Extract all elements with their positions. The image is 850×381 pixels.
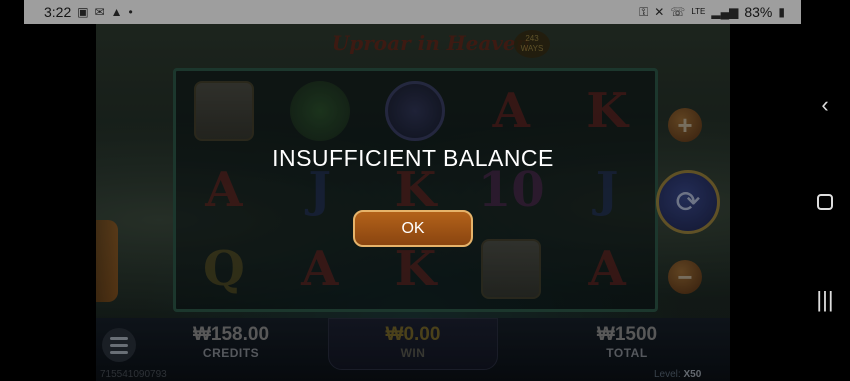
recents-button[interactable]: ||| xyxy=(810,287,840,313)
home-button[interactable] xyxy=(817,194,833,211)
ok-button[interactable]: OK xyxy=(353,210,473,247)
insufficient-balance-message: INSUFFICIENT BALANCE xyxy=(272,145,554,171)
modal-overlay xyxy=(0,0,850,381)
navigation-bar: ‹ ||| xyxy=(800,24,850,381)
back-button[interactable]: ‹ xyxy=(810,92,840,118)
